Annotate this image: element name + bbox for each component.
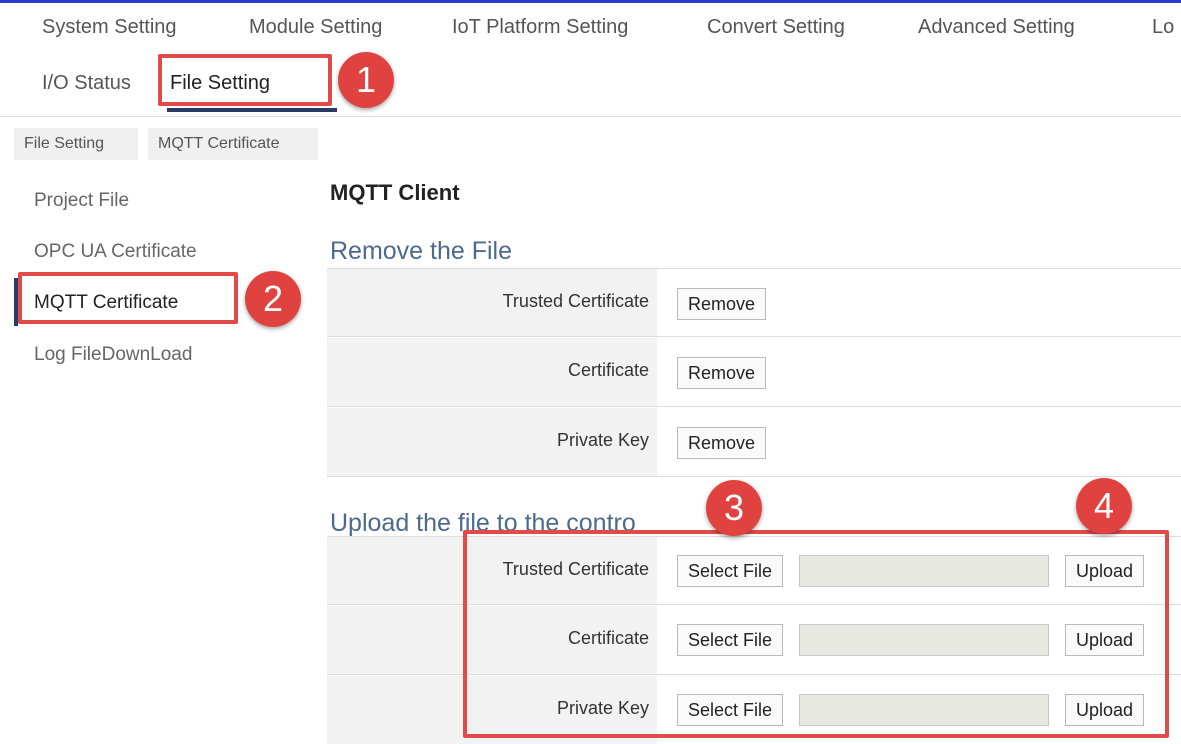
annotation-badge-2: 2 bbox=[245, 271, 301, 327]
remove-row-certificate: Certificate Remove bbox=[327, 338, 1181, 407]
annotation-box-upload-area bbox=[463, 530, 1169, 738]
active-tab-underline bbox=[167, 108, 337, 112]
annotation-badge-1: 1 bbox=[338, 52, 394, 108]
row-label: Private Key bbox=[556, 430, 649, 450]
menu-log[interactable]: Lo bbox=[1152, 16, 1174, 39]
row-label: Certificate bbox=[567, 360, 649, 380]
remove-trusted-certificate-button[interactable]: Remove bbox=[677, 288, 767, 320]
row-label-cell: Private Key bbox=[327, 408, 657, 476]
annotation-box-file-setting bbox=[158, 54, 332, 106]
row-label-cell: Certificate bbox=[327, 338, 657, 406]
remove-certificate-button[interactable]: Remove bbox=[677, 357, 767, 389]
annotation-badge-4: 4 bbox=[1076, 478, 1132, 534]
tab-io-status[interactable]: I/O Status bbox=[42, 72, 131, 95]
sidebar-item-project-file[interactable]: Project File bbox=[34, 190, 129, 212]
subtab-file-setting[interactable]: File Setting bbox=[14, 128, 138, 160]
menu-system-setting[interactable]: System Setting bbox=[42, 16, 177, 39]
sidebar-item-opc-ua-certificate[interactable]: OPC UA Certificate bbox=[34, 241, 197, 263]
remove-private-key-button[interactable]: Remove bbox=[677, 427, 767, 459]
menu-advanced-setting[interactable]: Advanced Setting bbox=[918, 16, 1075, 39]
remove-heading: Remove the File bbox=[330, 237, 513, 265]
annotation-badge-3: 3 bbox=[706, 480, 762, 536]
top-menu: System Setting Module Setting IoT Platfo… bbox=[0, 3, 1181, 55]
annotation-box-mqtt-certificate bbox=[18, 272, 238, 324]
remove-row-private-key: Private Key Remove bbox=[327, 408, 1181, 477]
remove-row-trusted: Trusted Certificate Remove bbox=[327, 268, 1181, 337]
sidebar-item-log-filedownload[interactable]: Log FileDownLoad bbox=[34, 344, 192, 366]
menu-convert-setting[interactable]: Convert Setting bbox=[707, 16, 845, 39]
subtab-mqtt-certificate[interactable]: MQTT Certificate bbox=[148, 128, 318, 160]
page-title: MQTT Client bbox=[330, 180, 460, 205]
row-label-cell: Trusted Certificate bbox=[327, 269, 657, 336]
row-label: Trusted Certificate bbox=[502, 291, 649, 311]
menu-iot-platform-setting[interactable]: IoT Platform Setting bbox=[452, 16, 628, 39]
menu-module-setting[interactable]: Module Setting bbox=[249, 16, 382, 39]
